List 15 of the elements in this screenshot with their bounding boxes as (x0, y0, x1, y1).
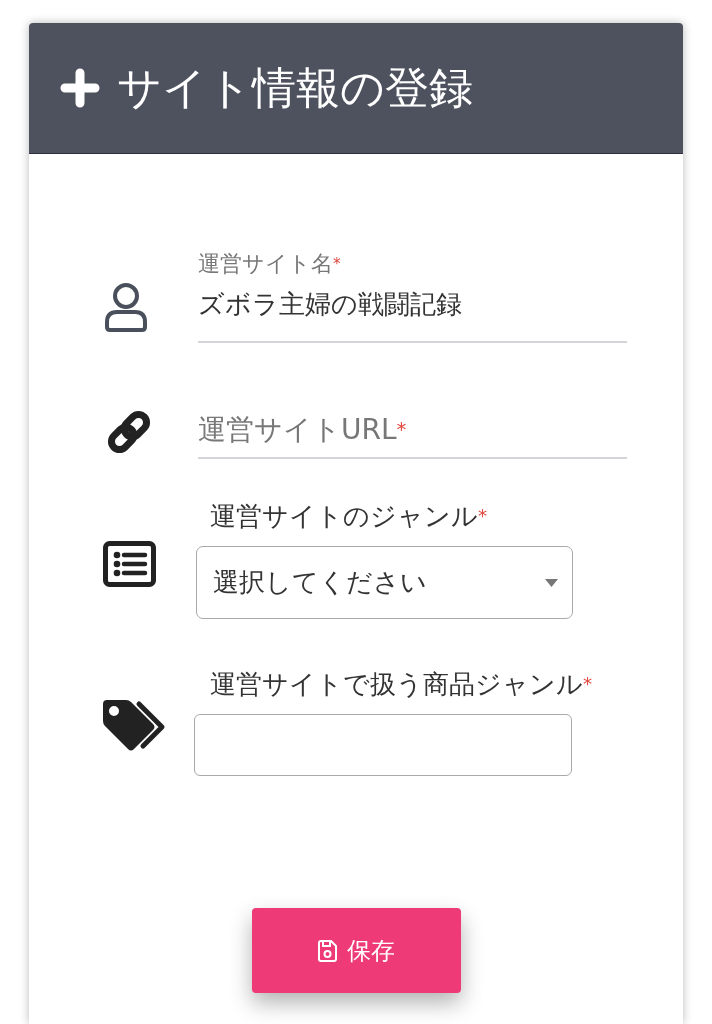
text-field[interactable]: ズボラ主婦の戦闘記録 (198, 286, 627, 343)
field-label: 運営サイト名* (198, 250, 341, 278)
caret-icon (545, 578, 558, 587)
select-field[interactable]: 選択してください (196, 546, 573, 619)
field-label: 運営サイトのジャンル* (210, 500, 488, 533)
text-field[interactable]: 運営サイトURL* (198, 406, 627, 459)
save-button[interactable]: 保存 (251, 908, 461, 993)
plus-icon (60, 68, 100, 108)
tags-icon (103, 700, 166, 753)
list-icon (103, 541, 156, 587)
save-icon (317, 939, 337, 962)
field-label: 運営サイトで扱う商品ジャンル* (210, 668, 593, 701)
input-field[interactable] (194, 714, 572, 776)
user-icon (103, 283, 149, 332)
card-title: サイト情報の登録 (117, 62, 473, 114)
